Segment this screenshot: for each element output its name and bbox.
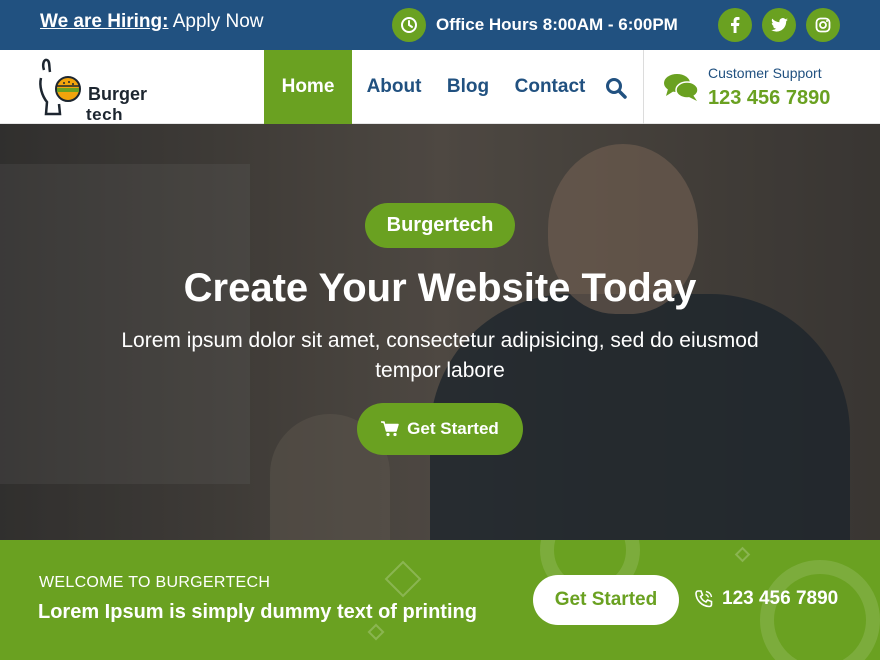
search-icon[interactable] bbox=[604, 76, 628, 100]
nav-blog[interactable]: Blog bbox=[440, 50, 496, 124]
hero-subtitle: Lorem ipsum dolor sit amet, consectetur … bbox=[121, 329, 759, 382]
welcome-text: WELCOME TO BURGERTECH bbox=[39, 574, 271, 591]
office-hours-text: Office Hours 8:00AM - 6:00PM bbox=[436, 15, 678, 34]
band-phone[interactable]: 123 456 7890 bbox=[694, 588, 838, 610]
site-header: Burger tech Home About Blog Contact Cust… bbox=[0, 50, 880, 124]
hero-button-label: Get Started bbox=[407, 419, 499, 438]
logo-text-line2: tech bbox=[86, 105, 123, 124]
phone-icon bbox=[695, 590, 713, 608]
support-label: Customer Support bbox=[708, 65, 822, 81]
nav-about[interactable]: About bbox=[358, 50, 430, 124]
band-phone-number[interactable]: 123 456 7890 bbox=[722, 588, 838, 610]
hero-section: Burgertech Create Your Website Today Lor… bbox=[0, 124, 880, 540]
hiring-notice[interactable]: We are Hiring: Apply Now bbox=[40, 11, 264, 33]
facebook-icon[interactable] bbox=[718, 8, 752, 42]
decor-diamond-small bbox=[734, 546, 751, 563]
twitter-icon[interactable] bbox=[762, 8, 796, 42]
hero-badge: Burgertech bbox=[365, 203, 515, 248]
nav-home[interactable]: Home bbox=[264, 50, 352, 124]
header-divider bbox=[643, 50, 644, 124]
burger-hand-logo-icon bbox=[39, 58, 81, 116]
nav-contact[interactable]: Contact bbox=[508, 50, 592, 124]
hiring-label[interactable]: We are Hiring: bbox=[40, 11, 168, 32]
apply-now-link[interactable]: Apply Now bbox=[173, 11, 264, 32]
top-bar: We are Hiring: Apply Now Office Hours 8:… bbox=[0, 0, 880, 50]
hero-get-started-button[interactable]: Get Started bbox=[357, 403, 523, 455]
band-get-started-button[interactable]: Get Started bbox=[533, 575, 679, 625]
office-hours: Office Hours 8:00AM - 6:00PM bbox=[392, 8, 678, 42]
hero-title: Create Your Website Today bbox=[183, 266, 697, 310]
clock-icon bbox=[392, 8, 426, 42]
instagram-icon[interactable] bbox=[806, 8, 840, 42]
shopping-cart-icon bbox=[381, 421, 399, 437]
decor-diamond bbox=[384, 560, 422, 598]
support-phone[interactable]: 123 456 7890 bbox=[708, 87, 830, 110]
decor-ring-large bbox=[760, 560, 880, 660]
welcome-band: WELCOME TO BURGERTECH Lorem Ipsum is sim… bbox=[0, 540, 880, 660]
logo-text-line1: Burger bbox=[88, 84, 148, 104]
decor-diamond-small bbox=[367, 623, 385, 641]
band-title: Lorem Ipsum is simply dummy text of prin… bbox=[38, 601, 477, 623]
site-logo[interactable]: Burger tech bbox=[38, 56, 168, 124]
chat-bubbles-icon bbox=[663, 72, 699, 102]
